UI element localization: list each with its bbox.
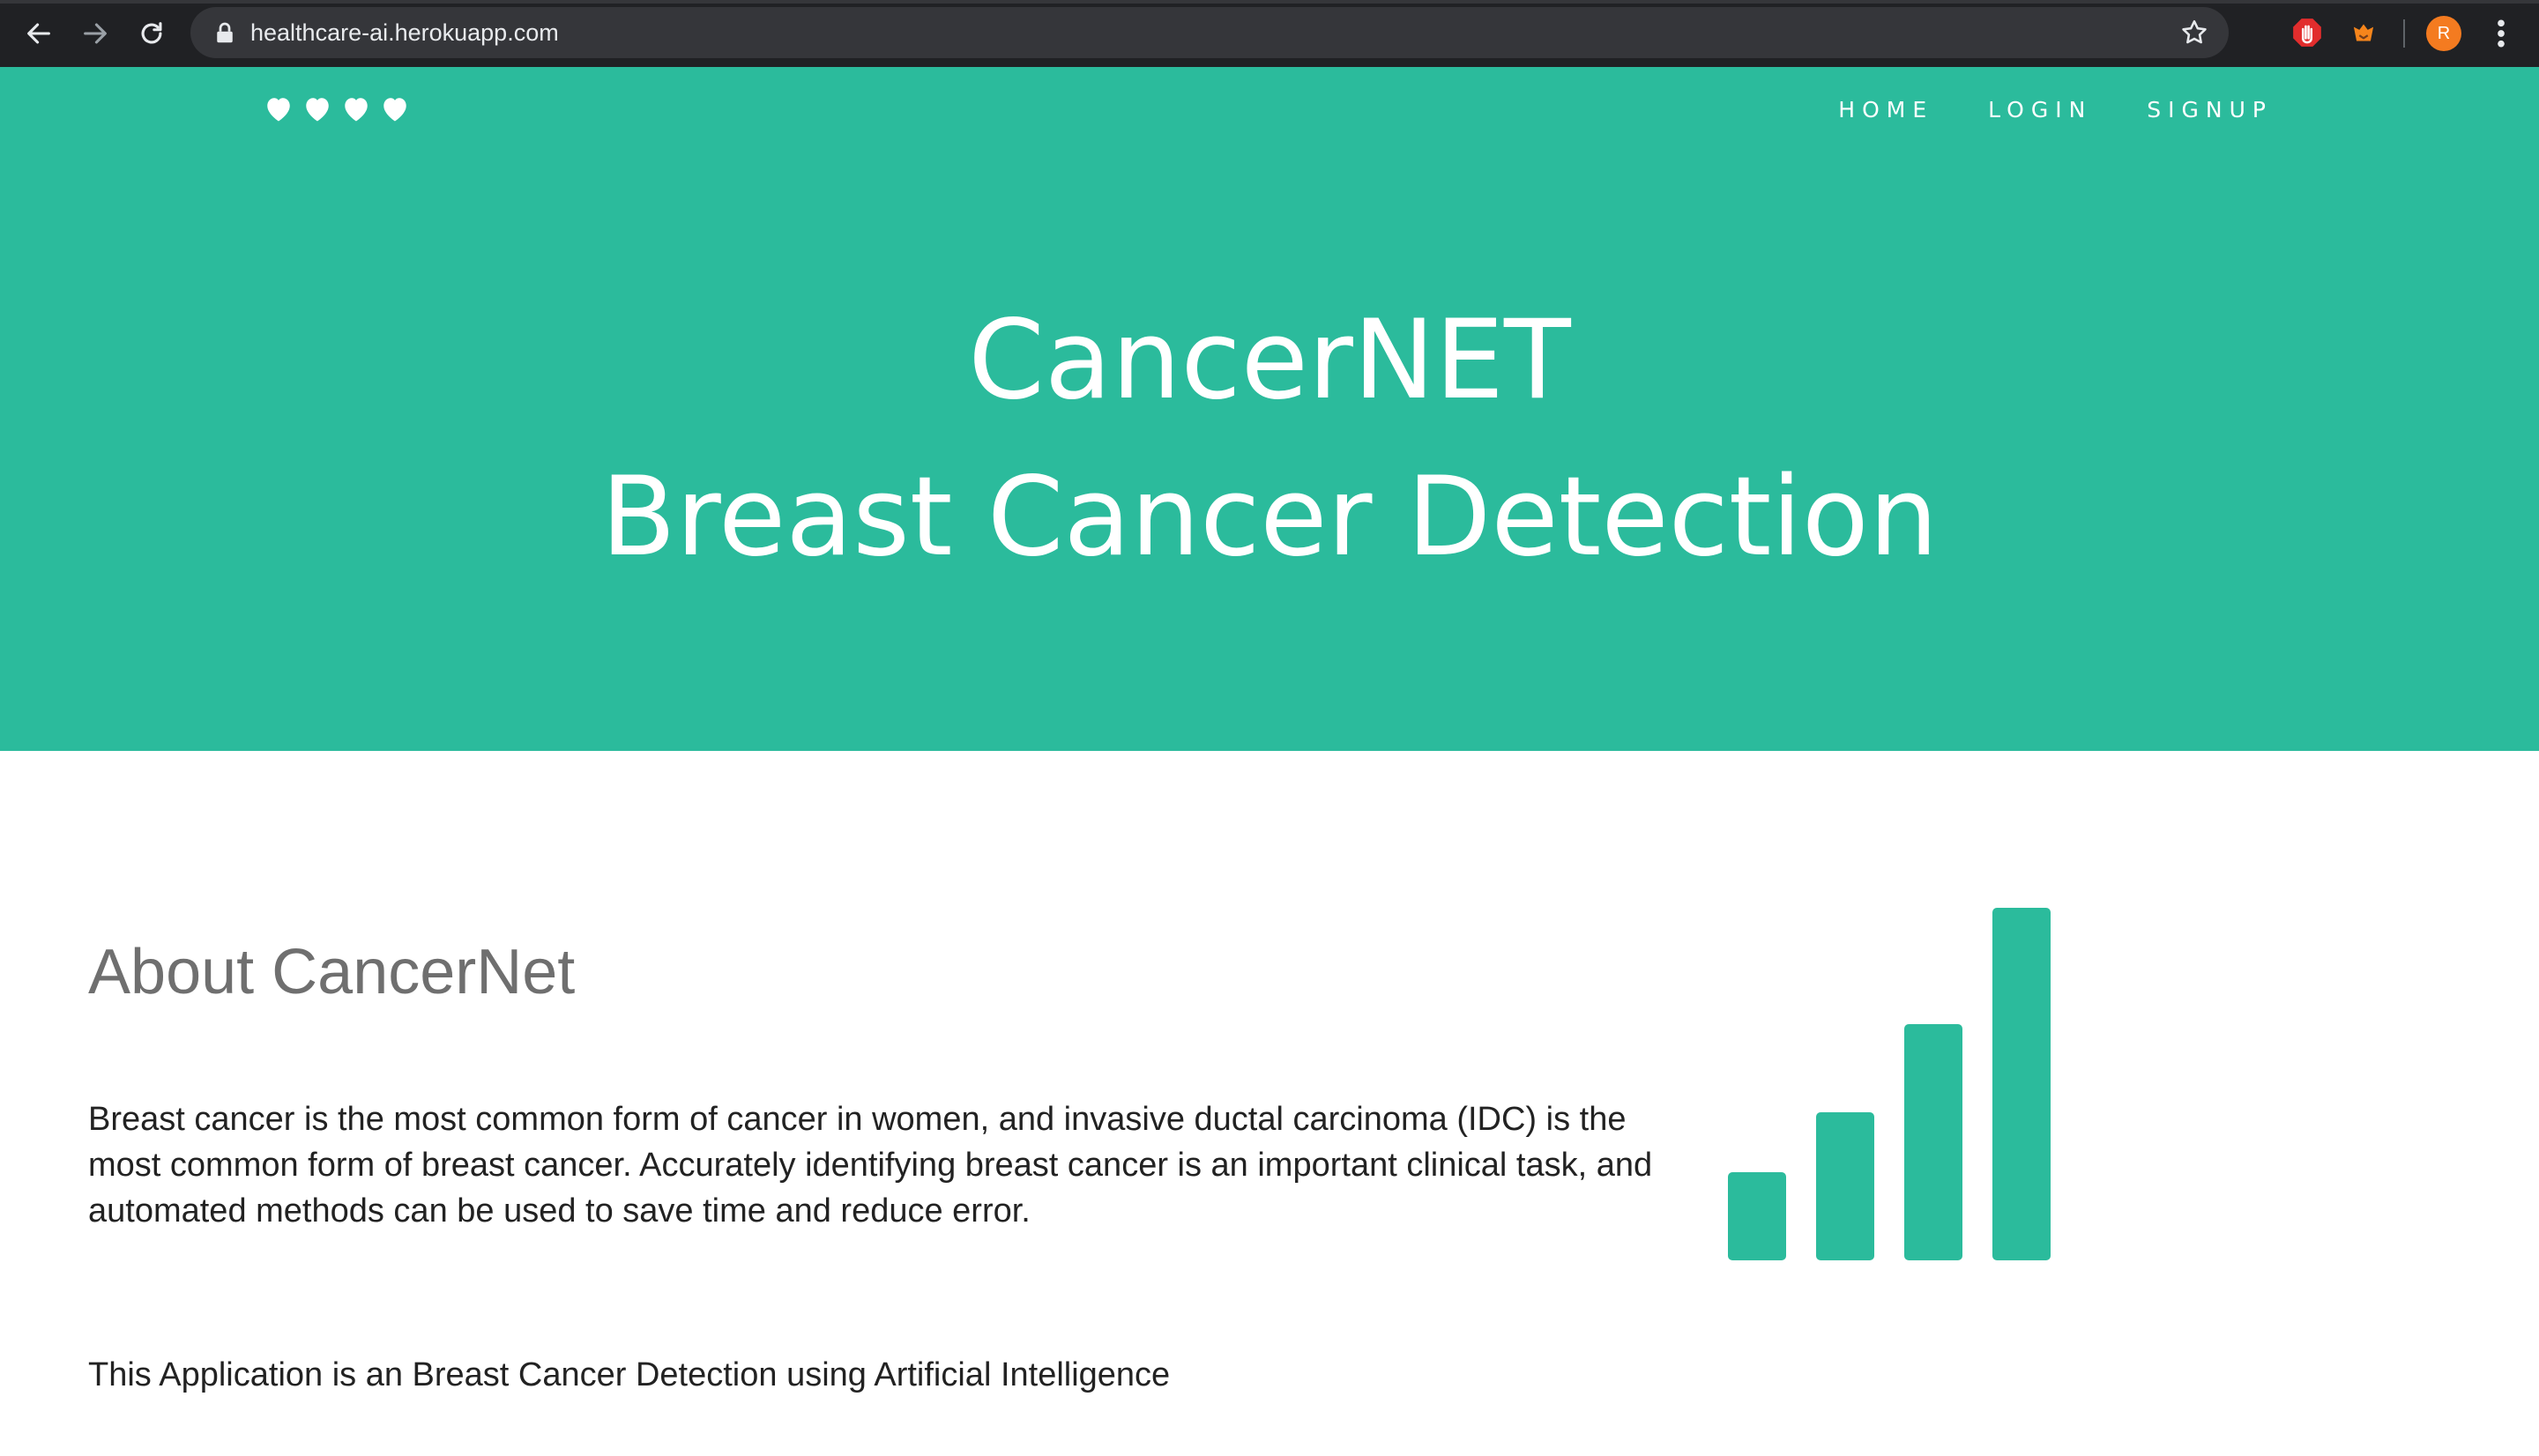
forward-button[interactable] bbox=[76, 14, 115, 53]
back-icon bbox=[27, 23, 50, 44]
app-tagline: This Application is an Breast Cancer Det… bbox=[88, 1356, 1171, 1393]
hero-title-line2: Breast Cancer Detection bbox=[600, 454, 1939, 581]
tab-strip-edge bbox=[0, 0, 2539, 4]
hero-title: CancerNET Breast Cancer Detection bbox=[0, 282, 2539, 596]
brand-logo[interactable] bbox=[263, 93, 411, 134]
bar-icon-segment bbox=[1992, 908, 2051, 1260]
address-bar[interactable]: healthcare-ai.herokuapp.com bbox=[190, 7, 2229, 58]
reload-button[interactable] bbox=[132, 14, 171, 53]
heart-icon bbox=[306, 98, 329, 122]
profile-avatar[interactable]: R bbox=[2426, 16, 2461, 51]
star-icon[interactable] bbox=[2179, 18, 2209, 48]
bar-chart-icon bbox=[1728, 908, 2051, 1260]
adblock-icon[interactable] bbox=[2290, 16, 2324, 49]
nav-login-link[interactable]: LOGIN bbox=[1988, 97, 2092, 123]
site-nav: HOME LOGIN SIGNUP bbox=[1838, 97, 2273, 123]
bar-icon-segment bbox=[1904, 1024, 1962, 1260]
browser-toolbar: healthcare-ai.herokuapp.com R bbox=[0, 0, 2539, 67]
toolbar-separator bbox=[2403, 19, 2405, 48]
bar-icon-segment bbox=[1816, 1112, 1874, 1260]
about-heading: About CancerNet bbox=[88, 937, 576, 1007]
extension-fox-icon[interactable] bbox=[2347, 16, 2380, 49]
hero-header: HOME LOGIN SIGNUP CancerNET Breast Cance… bbox=[0, 67, 2539, 751]
hero-title-line1: CancerNET bbox=[968, 297, 1571, 424]
nav-signup-link[interactable]: SIGNUP bbox=[2147, 97, 2273, 123]
url-text[interactable]: healthcare-ai.herokuapp.com bbox=[250, 7, 559, 58]
back-button[interactable] bbox=[19, 14, 58, 53]
heart-icon bbox=[383, 98, 406, 122]
heart-icon bbox=[267, 98, 290, 122]
bar-icon-segment bbox=[1728, 1172, 1786, 1260]
forward-icon bbox=[84, 23, 107, 44]
menu-dots-icon[interactable] bbox=[2488, 16, 2514, 51]
heart-icon bbox=[345, 98, 368, 122]
reload-icon bbox=[141, 22, 162, 44]
about-paragraph: Breast cancer is the most common form of… bbox=[88, 1101, 1653, 1229]
nav-home-link[interactable]: HOME bbox=[1838, 97, 1933, 123]
lock-icon bbox=[217, 22, 233, 43]
